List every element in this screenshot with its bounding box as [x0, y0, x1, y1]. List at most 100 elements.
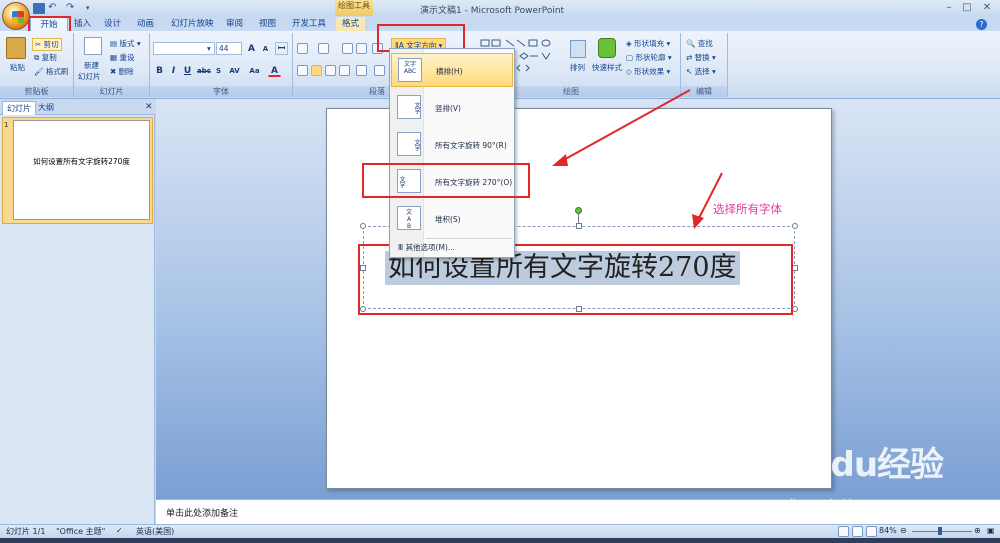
paste-icon[interactable]	[6, 37, 26, 59]
zoom-out-icon[interactable]: ⊖	[900, 526, 907, 535]
baidu-watermark-url: jingyan.baidu.com	[790, 498, 883, 509]
horizontal-text-icon: 文字 ABC	[398, 58, 422, 82]
status-language[interactable]: 英语(美国)	[136, 526, 174, 537]
bold-button[interactable]: B	[153, 64, 166, 77]
tab-design[interactable]: 设计	[98, 17, 127, 32]
quick-styles-label[interactable]: 快速样式	[592, 62, 622, 73]
slideshow-view-icon[interactable]	[866, 526, 877, 537]
select-label: 选择	[694, 67, 710, 76]
close-button[interactable]: ✕	[978, 2, 996, 14]
menu-separator	[426, 238, 512, 239]
menu-item-label: 竖排(V)	[435, 104, 461, 113]
maximize-button[interactable]: □	[958, 2, 976, 14]
zoom-slider-thumb[interactable]	[938, 527, 942, 535]
tab-insert[interactable]: 插入	[68, 17, 97, 32]
tab-developer[interactable]: 开发工具	[286, 17, 332, 32]
paste-button-label[interactable]: 粘贴	[10, 62, 25, 73]
new-slide-label[interactable]: 新建	[84, 60, 99, 71]
menu-item-rotate-90[interactable]: 文字 所有文字旋转 90°(R)	[391, 127, 513, 161]
slides-group-label: 幻灯片	[74, 86, 149, 97]
zoom-level[interactable]: 84%	[879, 526, 897, 535]
redo-icon[interactable]: ↷	[66, 3, 78, 14]
help-icon[interactable]: ?	[976, 19, 987, 30]
char-spacing-button[interactable]: AV	[228, 64, 241, 77]
increase-indent-icon[interactable]	[356, 43, 367, 54]
reset-button[interactable]: ▦ 重设	[110, 52, 134, 63]
arrow-head-icon	[692, 214, 704, 229]
normal-view-icon[interactable]	[838, 526, 849, 537]
menu-item-stacked[interactable]: 文AB 堆积(S)	[391, 201, 513, 235]
strikethrough-button[interactable]: abc	[196, 64, 211, 77]
change-case-button[interactable]: Aa	[248, 64, 261, 77]
font-size-box[interactable]: 44	[216, 42, 242, 55]
fit-window-icon[interactable]: ▣	[987, 526, 995, 535]
office-button[interactable]	[2, 2, 30, 30]
tab-slides-pane[interactable]: 幻灯片	[2, 101, 36, 115]
arrange-label[interactable]: 排列	[570, 62, 585, 73]
shadow-button[interactable]: S	[212, 64, 225, 77]
font-color-button[interactable]: A	[268, 64, 281, 77]
shape-fill-button[interactable]: ◈ 形状填充 ▾	[626, 38, 670, 49]
menu-item-label: 堆积(S)	[435, 215, 461, 224]
arrange-icon[interactable]	[570, 40, 586, 58]
grow-font-icon[interactable]: A	[245, 42, 258, 55]
distributed-icon[interactable]	[356, 65, 367, 76]
resize-handle-tl[interactable]	[360, 223, 366, 229]
zoom-in-icon[interactable]: ⊕	[974, 526, 981, 535]
replace-button[interactable]: ⇄ 替换 ▾	[686, 52, 716, 63]
tab-outline-pane[interactable]: 大纲	[34, 101, 58, 115]
cut-button[interactable]: ✂ 剪切	[32, 38, 62, 51]
align-left-icon[interactable]	[297, 65, 308, 76]
spellcheck-icon[interactable]: ✓	[116, 526, 123, 535]
underline-button[interactable]: U	[181, 64, 194, 77]
close-pane-icon[interactable]: ✕	[145, 102, 153, 112]
tab-review[interactable]: 审阅	[220, 17, 249, 32]
font-name-dropdown-icon[interactable]: ▾	[207, 44, 211, 53]
menu-item-more-options[interactable]: Ⅲ 其他选项(M)...	[398, 242, 455, 253]
font-name-box[interactable]	[153, 42, 215, 55]
tab-slideshow[interactable]: 幻灯片放映	[165, 17, 220, 32]
minimize-button[interactable]: –	[940, 2, 958, 14]
align-center-icon[interactable]	[311, 65, 322, 76]
italic-button[interactable]: I	[167, 64, 180, 77]
menu-item-horizontal[interactable]: 文字 ABC 横排(H)	[391, 53, 513, 87]
align-right-icon[interactable]	[325, 65, 336, 76]
shape-outline-button[interactable]: ▢ 形状轮廓 ▾	[626, 52, 672, 63]
copy-button[interactable]: ⧉ 复制	[34, 52, 57, 63]
justify-icon[interactable]	[339, 65, 350, 76]
shrink-font-icon[interactable]: A	[259, 42, 272, 55]
shape-effects-button[interactable]: ◇ 形状效果 ▾	[626, 66, 670, 77]
new-slide-label-2[interactable]: 幻灯片	[78, 71, 101, 82]
shape-outline-label: 形状轮廓	[635, 53, 666, 62]
format-painter-button[interactable]: 🖌 格式刷	[34, 66, 68, 77]
tab-animation[interactable]: 动画	[131, 17, 160, 32]
slide-sorter-icon[interactable]	[852, 526, 863, 537]
font-group-label: 字体	[150, 86, 292, 97]
arrow-head-icon	[552, 154, 568, 166]
bullets-icon[interactable]	[297, 43, 308, 54]
slide-thumbnail[interactable]	[13, 120, 150, 220]
undo-icon[interactable]: ↶	[48, 3, 60, 14]
office-logo-icon	[12, 11, 24, 23]
select-button[interactable]: ↖ 选择 ▾	[686, 66, 716, 77]
shape-effects-label: 形状效果	[634, 67, 665, 76]
delete-slide-button[interactable]: ✖ 删除	[110, 66, 134, 77]
taskbar	[0, 538, 1000, 543]
numbering-icon[interactable]	[318, 43, 329, 54]
tab-view[interactable]: 视图	[253, 17, 282, 32]
window-title: 演示文稿1 - Microsoft PowerPoint	[420, 6, 565, 16]
zoom-slider[interactable]	[912, 531, 972, 532]
columns-icon[interactable]	[374, 65, 385, 76]
layout-button[interactable]: ▤ 版式 ▾	[110, 38, 141, 49]
new-slide-icon[interactable]	[84, 37, 102, 55]
clear-format-icon[interactable]: ꟷ	[275, 42, 288, 55]
find-button[interactable]: 🔍 查找	[686, 38, 713, 49]
menu-item-vertical[interactable]: 文字 竖排(V)	[391, 90, 513, 124]
decrease-indent-icon[interactable]	[342, 43, 353, 54]
tab-format[interactable]: 格式	[336, 17, 366, 32]
qat-customize-icon[interactable]: ▾	[86, 3, 98, 14]
quick-styles-icon[interactable]	[598, 38, 616, 58]
resize-handle-tr[interactable]	[792, 223, 798, 229]
save-icon[interactable]	[33, 3, 45, 14]
notes-placeholder[interactable]: 单击此处添加备注	[166, 506, 238, 519]
